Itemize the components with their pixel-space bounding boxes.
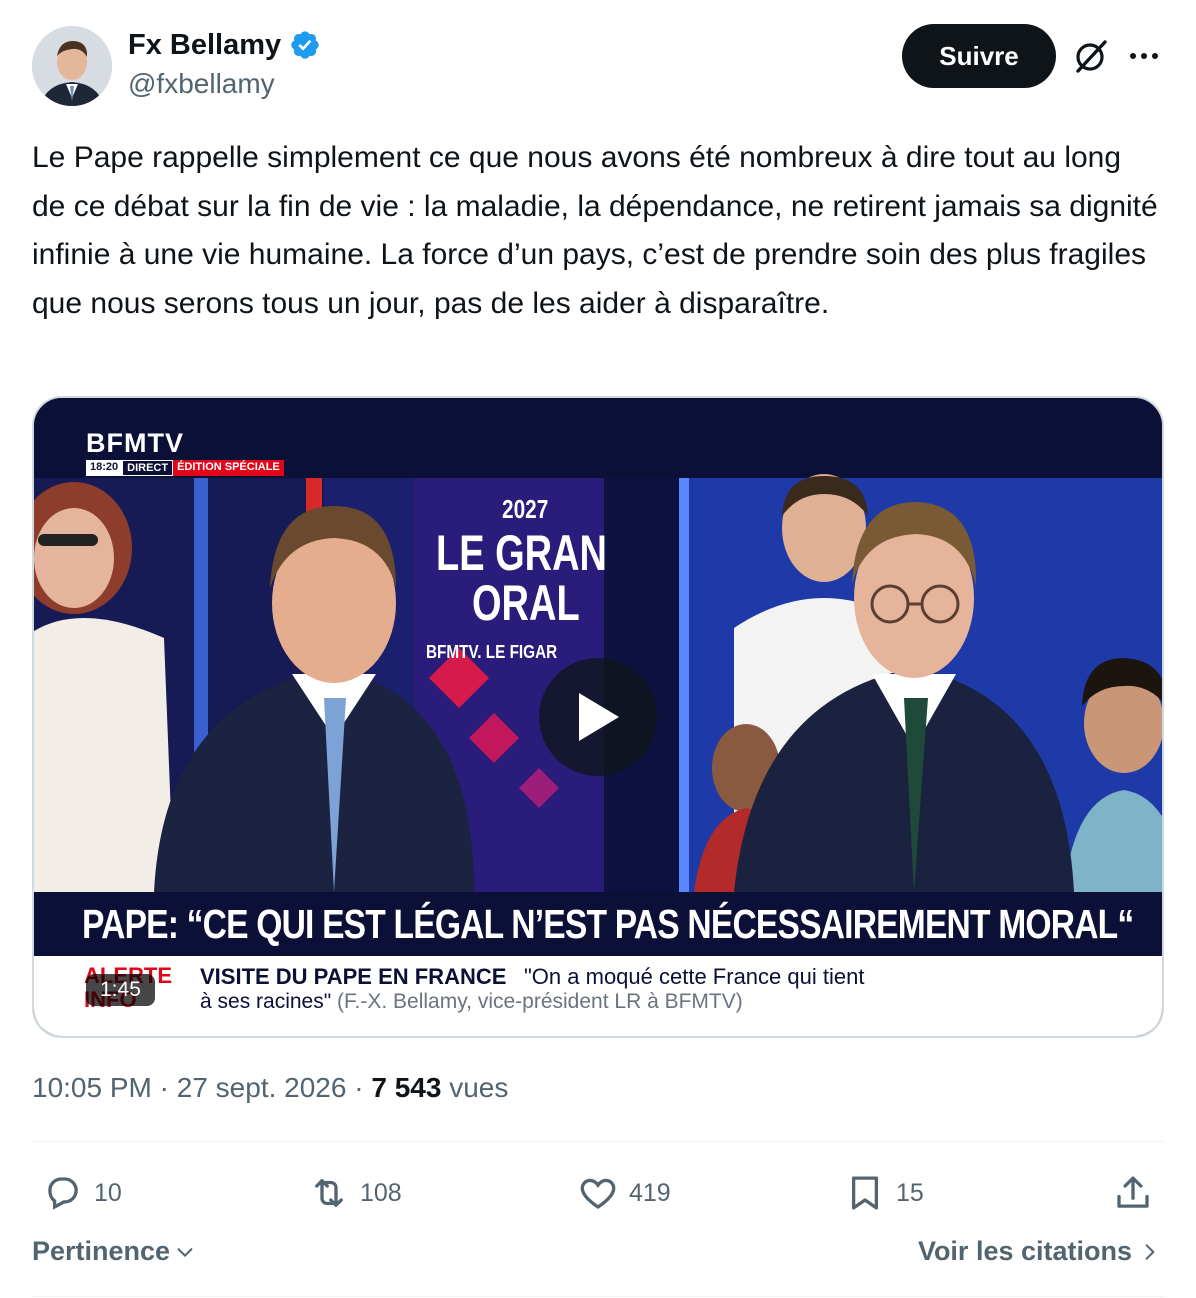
ticker-quote: "On a moqué cette France qui tient [524, 964, 865, 989]
meta-separator: · [159, 1072, 169, 1103]
meta-separator: · [354, 1072, 364, 1103]
like-button[interactable]: 419 [577, 1166, 671, 1220]
author-handle[interactable]: @fxbellamy [128, 68, 321, 100]
special-edition-label: ÉDITION SPÉCIALE [173, 460, 284, 476]
author-block: Fx Bellamy @fxbellamy [128, 26, 321, 100]
action-bar: 10 108 419 15 [32, 1166, 1164, 1220]
headline-band: PAPE: “CE QUI EST LÉGAL N’EST PAS NÉCESS… [34, 892, 1162, 956]
tweet-text: Le Pape rappelle simplement ce que nous … [32, 141, 1158, 320]
tweet-date[interactable]: 27 sept. 2026 [177, 1072, 347, 1103]
live-time: 18:20 [86, 460, 123, 476]
tweet-header: Fx Bellamy @fxbellamy Suivre [32, 22, 1164, 108]
views-count: 7 543 [371, 1072, 442, 1103]
channel-logo: BFMTV [86, 428, 184, 458]
more-icon[interactable] [1124, 36, 1164, 76]
share-button[interactable] [1112, 1166, 1154, 1220]
like-count: 419 [629, 1178, 671, 1207]
view-quotes-link[interactable]: Voir les citations [918, 1236, 1160, 1267]
set-partners: BFMTV. LE FIGAR [426, 642, 558, 662]
news-ticker: ALERTE INFO VISITE DU PAPE EN FRANCE "On… [34, 956, 1162, 1036]
video-duration: 1:45 [86, 974, 155, 1006]
bookmark-button[interactable]: 15 [844, 1166, 924, 1220]
live-bar: 18:20 DIRECT ÉDITION SPÉCIALE [86, 460, 284, 476]
sort-label: Pertinence [32, 1236, 171, 1266]
bookmark-icon [851, 1176, 879, 1210]
tweet-time[interactable]: 10:05 PM [32, 1072, 152, 1103]
divider [32, 1141, 1164, 1142]
heart-icon [580, 1178, 616, 1209]
video-headline: PAPE: “CE QUI EST LÉGAL N’EST PAS NÉCESS… [82, 900, 1134, 947]
verified-badge-icon [291, 31, 319, 59]
video-player[interactable]: 2027 LE GRAN ORAL BFMTV. LE FIGAR BFMTV … [32, 396, 1164, 1038]
views-label: vues [449, 1072, 509, 1103]
ticker-quote-cont: à ses racines" [200, 990, 332, 1013]
follow-button[interactable]: Suivre [902, 24, 1056, 88]
live-label: DIRECT [122, 460, 174, 476]
ticker-title: VISITE DU PAPE EN FRANCE [200, 964, 507, 989]
reply-count: 10 [94, 1178, 122, 1207]
tweet-meta: 10:05 PM · 27 sept. 2026 · 7 543 vues [32, 1072, 508, 1104]
set-year: 2027 [502, 494, 549, 524]
avatar-photo [32, 26, 112, 106]
reply-icon [48, 1177, 78, 1210]
share-icon [1117, 1176, 1149, 1208]
chevron-right-icon [1145, 1243, 1155, 1260]
set-title-line1: LE GRAN [436, 525, 607, 581]
bookmark-count: 15 [896, 1178, 924, 1207]
divider [32, 1296, 1164, 1297]
ticker-line2: à ses racines" (F.-X. Bellamy, vice-prés… [200, 990, 743, 1014]
author-display-name[interactable]: Fx Bellamy [128, 29, 281, 62]
reply-button[interactable]: 10 [42, 1166, 122, 1220]
ticker-source: (F.-X. Bellamy, vice-président LR à BFMT… [337, 990, 743, 1013]
play-icon [579, 693, 619, 741]
play-button[interactable] [539, 658, 657, 776]
repost-button[interactable]: 108 [308, 1166, 402, 1220]
grok-icon[interactable] [1070, 36, 1110, 76]
set-title-line2: ORAL [472, 575, 580, 631]
avatar[interactable] [32, 26, 112, 106]
view-quotes-label: Voir les citations [917, 1236, 1132, 1266]
repost-icon [315, 1179, 343, 1207]
sort-dropdown[interactable]: Pertinence [32, 1236, 196, 1267]
repost-count: 108 [360, 1178, 402, 1207]
chevron-down-icon [177, 1247, 193, 1257]
